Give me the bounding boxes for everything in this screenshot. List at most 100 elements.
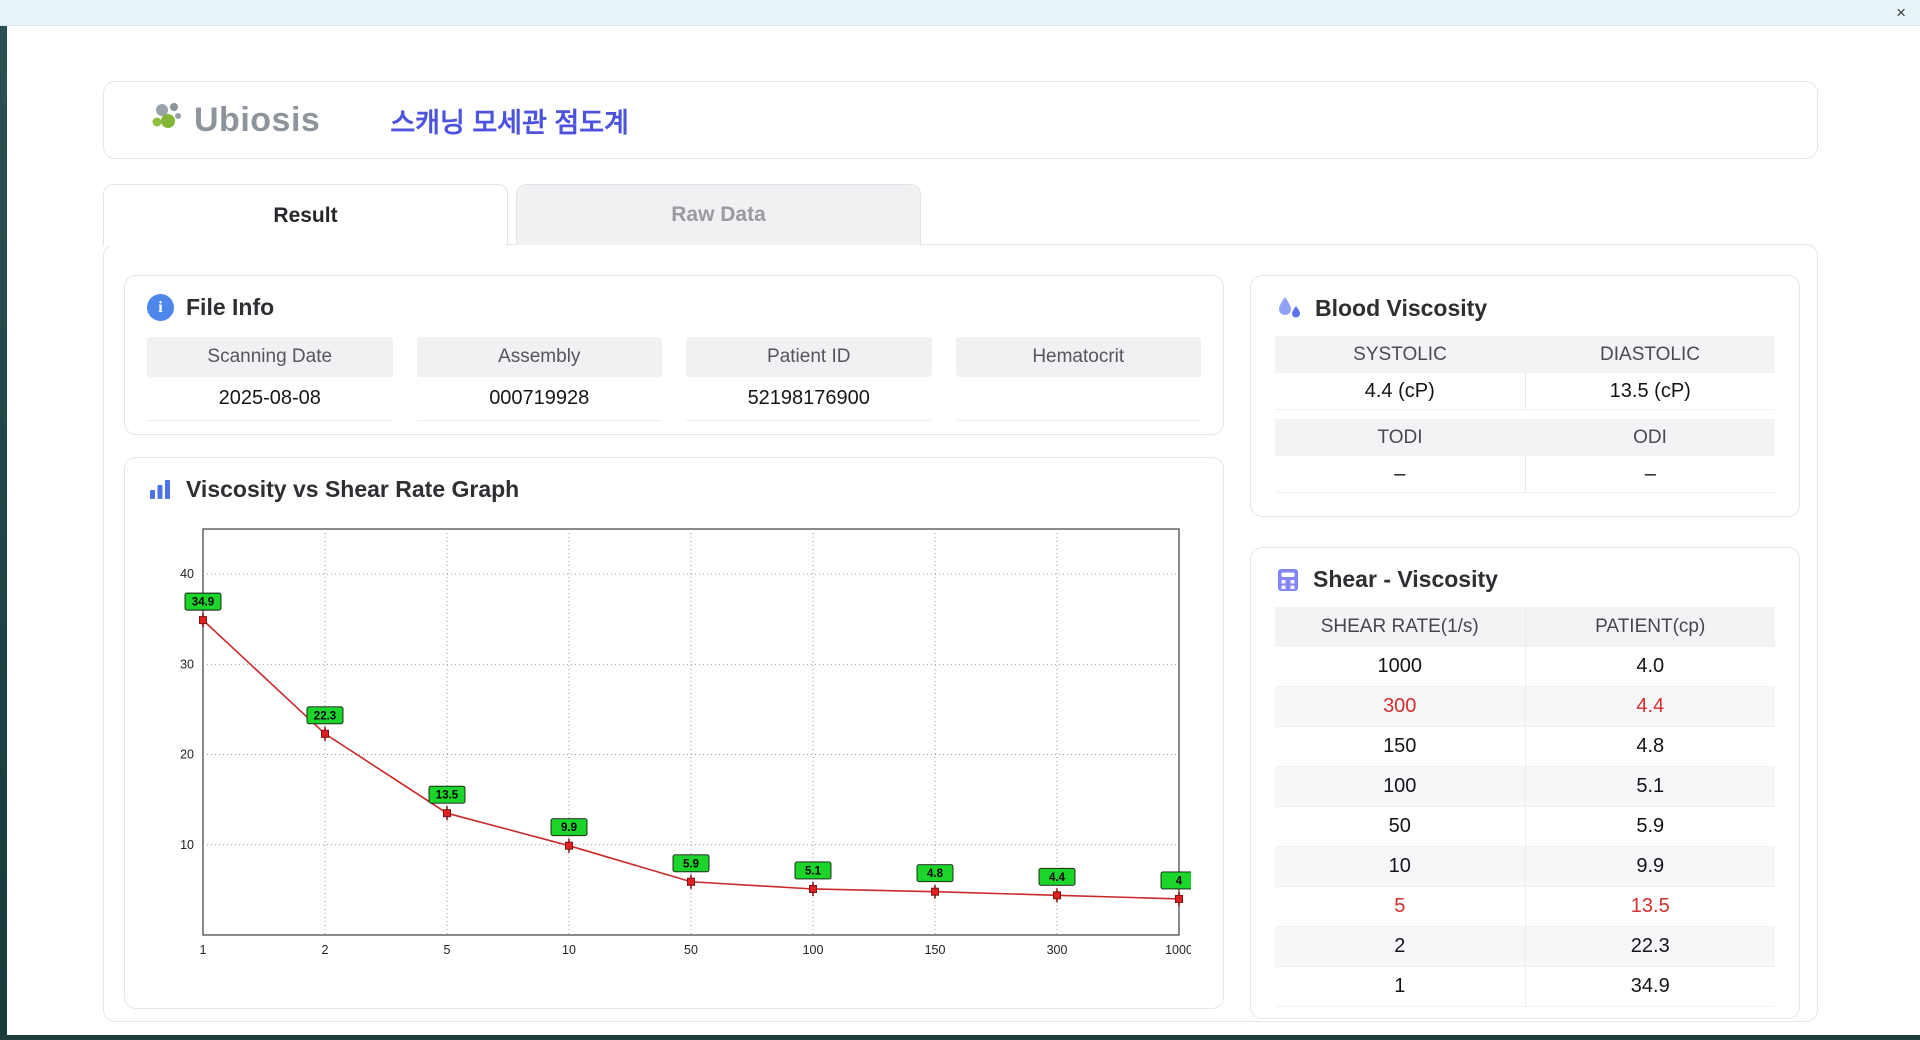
bv-header-odi: ODI [1525, 419, 1775, 456]
shear-table-row: 150 4.8 [1275, 727, 1775, 767]
tabs: Result Raw Data [103, 184, 921, 246]
blood-viscosity-header: Blood Viscosity [1275, 294, 1775, 322]
shear-table-row: 10 9.9 [1275, 847, 1775, 887]
chart-wrap: 10 20 30 40 1 2 5 10 50 100 150 300 1000 34.9 22.3 13.5… [161, 515, 1201, 980]
shear-column-header: PATIENT(cp) [1524, 607, 1776, 647]
shear-table-cell: 150 [1383, 735, 1417, 757]
shear-table-row: 2 22.3 [1275, 927, 1775, 967]
shear-table-cell: 300 [1383, 695, 1417, 717]
bv-header-diastolic: DIASTOLIC [1525, 336, 1775, 373]
shear-table-header: SHEAR RATE(1/s) PATIENT(cp) [1275, 607, 1775, 647]
shear-table-cell: 34.9 [1524, 967, 1776, 1006]
window-left-edge [0, 0, 7, 1040]
shear-table-cell: 4.0 [1524, 647, 1776, 686]
svg-text:30: 30 [180, 657, 194, 671]
shear-table-cell: 5.1 [1524, 767, 1776, 806]
svg-text:20: 20 [180, 748, 194, 762]
svg-text:100: 100 [803, 943, 824, 957]
file-info-field-hematocrit: Hematocrit [955, 337, 1201, 421]
blood-viscosity-title: Blood Viscosity [1315, 294, 1488, 321]
svg-text:2: 2 [322, 943, 329, 957]
svg-text:1000: 1000 [1165, 943, 1191, 957]
svg-text:10: 10 [180, 838, 194, 852]
calculator-icon [1278, 568, 1298, 591]
shear-viscosity-card: Shear - Viscosity SHEAR RATE(1/s) PATIENT… [1250, 547, 1800, 1019]
svg-text:5: 5 [444, 943, 451, 957]
shear-table-cell: 9.9 [1524, 847, 1776, 886]
field-label: Hematocrit [955, 337, 1201, 377]
bv-header-systolic: SYSTOLIC [1275, 336, 1525, 373]
close-icon[interactable]: × [1896, 2, 1906, 24]
logo-text: Ubiosis [194, 100, 321, 139]
ubiosis-logo: Ubiosis [150, 101, 320, 140]
file-info-header: i File Info [147, 294, 1201, 321]
field-label: Patient ID [686, 337, 932, 377]
svg-text:50: 50 [684, 943, 698, 957]
shear-table-cell: 5 [1394, 895, 1406, 917]
svg-text:22.3: 22.3 [314, 710, 336, 722]
svg-text:4.4: 4.4 [1049, 872, 1066, 884]
shear-viscosity-title: Shear - Viscosity [1313, 566, 1498, 592]
blood-viscosity-grid: SYSTOLIC DIASTOLIC 4.4 (cP) 13.5 (cP) TODI OD… [1275, 336, 1775, 493]
file-info-card: i File Info Scanning Date 2025-08-08 Assem… [124, 275, 1224, 435]
blood-viscosity-pair: TODI ODI – – [1275, 419, 1775, 493]
bv-header-todi: TODI [1275, 419, 1525, 456]
field-value: 000719928 [416, 377, 662, 421]
shear-table-cell: 13.5 [1524, 887, 1776, 926]
field-value [955, 377, 1201, 421]
svg-text:150: 150 [925, 943, 946, 957]
shear-table-cell: 22.3 [1524, 927, 1776, 966]
svg-text:9.9: 9.9 [561, 822, 577, 834]
content-panel: i File Info Scanning Date 2025-08-08 Assem… [103, 244, 1818, 1022]
shear-table-cell: 1000 [1377, 655, 1423, 677]
field-value: 2025-08-08 [147, 377, 393, 421]
svg-text:300: 300 [1047, 943, 1068, 957]
field-label: Scanning Date [147, 337, 393, 377]
file-info-fields: Scanning Date 2025-08-08 Assembly 000719928… [147, 337, 1201, 421]
file-info-title: File Info [186, 294, 275, 320]
file-info-field-assembly: Assembly 000719928 [416, 337, 662, 421]
bar-chart-icon [150, 480, 170, 499]
shear-table: SHEAR RATE(1/s) PATIENT(cp) 1000 4.0 300 4.4… [1275, 607, 1775, 1007]
bv-value: 4.4 (cP) [1275, 373, 1525, 410]
svg-text:1: 1 [200, 943, 207, 957]
graph-card: Viscosity vs Shear Rate Graph 10 20 30 40 1 2… [124, 457, 1224, 1009]
logo-dots-icon [152, 103, 181, 128]
shear-table-body: 1000 4.0 300 4.4 150 4.8 100 5.1 50 5.9 10 9.9 5 13.5… [1275, 647, 1775, 1007]
shear-table-cell: 1 [1394, 975, 1406, 997]
file-info-field-scanning-date: Scanning Date 2025-08-08 [147, 337, 393, 421]
svg-text:5.1: 5.1 [805, 865, 822, 877]
svg-text:4: 4 [1176, 875, 1183, 887]
shear-table-row: 1000 4.0 [1275, 647, 1775, 687]
viscosity-chart: 10 20 30 40 1 2 5 10 50 100 150 300 1000 34.9 22.3 13.5… [180, 528, 1198, 957]
graph-header: Viscosity vs Shear Rate Graph [147, 476, 1201, 503]
info-icon: i [147, 294, 174, 321]
droplets-icon [1279, 297, 1300, 318]
blood-viscosity-pair: SYSTOLIC DIASTOLIC 4.4 (cP) 13.5 (cP) [1275, 336, 1775, 410]
shear-table-cell: 10 [1388, 855, 1411, 877]
svg-text:4.8: 4.8 [927, 868, 944, 880]
app-header: Ubiosis 스캐닝 모세관 점도계 [103, 81, 1818, 159]
svg-text:13.5: 13.5 [436, 790, 459, 802]
shear-viscosity-header: Shear - Viscosity [1275, 566, 1775, 593]
shear-table-row: 50 5.9 [1275, 807, 1775, 847]
tab-result[interactable]: Result [103, 184, 508, 246]
shear-table-cell: 100 [1383, 775, 1417, 797]
bv-value: 13.5 (cP) [1524, 373, 1775, 410]
shear-table-row: 100 5.1 [1275, 767, 1775, 807]
blood-viscosity-card: Blood Viscosity SYSTOLIC DIASTOLIC 4.4 (cP… [1250, 275, 1800, 517]
svg-text:34.9: 34.9 [192, 597, 214, 609]
shear-column-header: SHEAR RATE(1/s) [1320, 616, 1479, 637]
bv-value: – [1275, 456, 1525, 493]
field-label: Assembly [416, 337, 662, 377]
tab-raw-data[interactable]: Raw Data [516, 184, 921, 245]
field-value: 52198176900 [686, 377, 932, 421]
window-title-bar: × [0, 0, 1920, 26]
app-window: × Ubiosis 스캐닝 모세관 점도계 Result Raw Data i F… [0, 0, 1920, 1040]
file-info-field-patient-id: Patient ID 52198176900 [686, 337, 932, 421]
shear-table-row: 300 4.4 [1275, 687, 1775, 727]
svg-text:10: 10 [562, 943, 576, 957]
graph-title: Viscosity vs Shear Rate Graph [186, 476, 520, 502]
shear-table-cell: 2 [1394, 935, 1406, 957]
svg-text:5.9: 5.9 [683, 858, 699, 870]
